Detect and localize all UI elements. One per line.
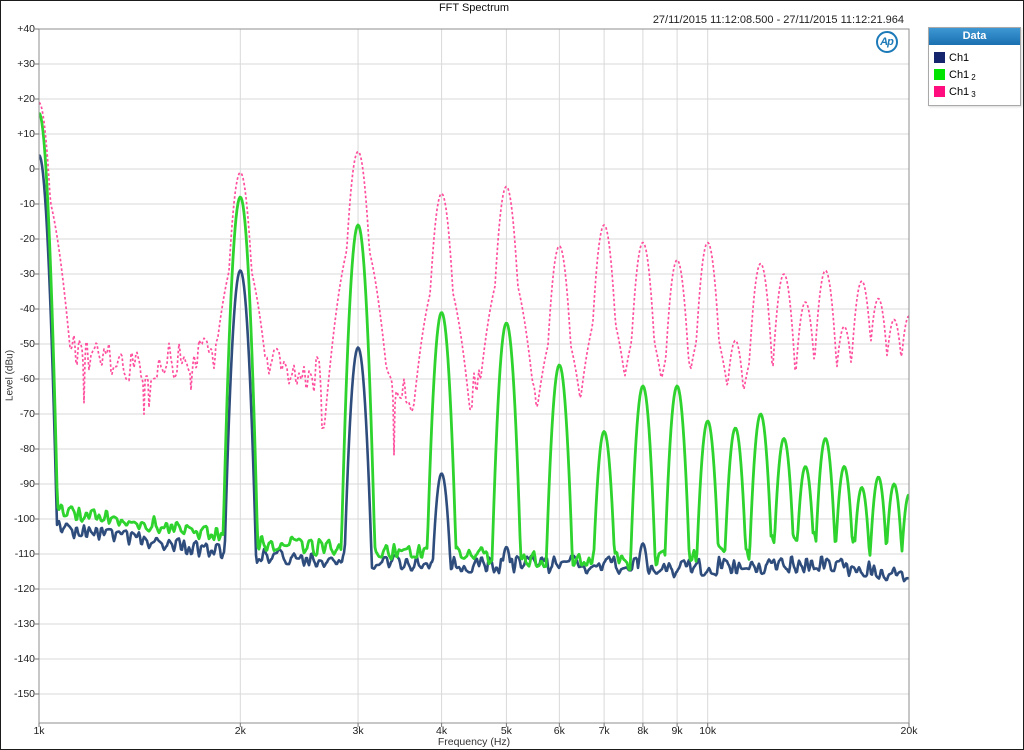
legend-header[interactable]: Data xyxy=(929,28,1020,45)
y-tick-label: +10 xyxy=(1,128,35,140)
y-tick-label: -90 xyxy=(1,478,35,490)
legend-label: Ch1 xyxy=(949,69,969,81)
y-tick-label: +20 xyxy=(1,93,35,105)
legend-item-ch1-3[interactable]: Ch1 3 xyxy=(934,83,1015,100)
y-tick-label: -100 xyxy=(1,513,35,525)
y-tick-label: -150 xyxy=(1,688,35,700)
y-tick-label: -40 xyxy=(1,303,35,315)
ap-logo-text: Ap xyxy=(880,37,894,48)
legend-swatch xyxy=(934,86,945,97)
legend-panel: Data Ch1 Ch1 2 Ch1 3 xyxy=(928,27,1021,106)
y-tick-label: +30 xyxy=(1,58,35,70)
legend-item-ch1-2[interactable]: Ch1 2 xyxy=(934,66,1015,83)
fft-spectrum-window: FFT Spectrum 27/11/2015 11:12:08.500 - 2… xyxy=(0,0,1024,750)
y-axis-title: Level (dBu) xyxy=(5,341,16,411)
y-tick-label: -10 xyxy=(1,198,35,210)
trace-ch1 xyxy=(39,155,909,581)
legend-body: Ch1 Ch1 2 Ch1 3 xyxy=(929,45,1020,105)
legend-label: Ch1 xyxy=(949,86,969,98)
legend-label-subscript: 3 xyxy=(971,90,975,99)
y-tick-label: -20 xyxy=(1,233,35,245)
legend-swatch xyxy=(934,52,945,63)
legend-label-subscript: 2 xyxy=(971,73,975,82)
x-axis-title: Frequency (Hz) xyxy=(39,736,909,748)
y-tick-label: -130 xyxy=(1,618,35,630)
y-tick-label: -140 xyxy=(1,653,35,665)
y-tick-label: -120 xyxy=(1,583,35,595)
legend-swatch xyxy=(934,69,945,80)
legend-label: Ch1 xyxy=(949,52,969,64)
y-tick-label: -30 xyxy=(1,268,35,280)
legend-item-ch1[interactable]: Ch1 xyxy=(934,49,1015,66)
y-tick-label: -80 xyxy=(1,443,35,455)
plot-border xyxy=(39,29,909,723)
ap-logo: Ap xyxy=(876,31,898,53)
y-tick-label: -110 xyxy=(1,548,35,560)
y-tick-label: +40 xyxy=(1,23,35,35)
trace-ch1-3 xyxy=(39,103,909,455)
trace-ch1-2 xyxy=(39,113,909,570)
y-tick-label: 0 xyxy=(1,163,35,175)
spectrum-plot[interactable] xyxy=(1,1,1024,750)
